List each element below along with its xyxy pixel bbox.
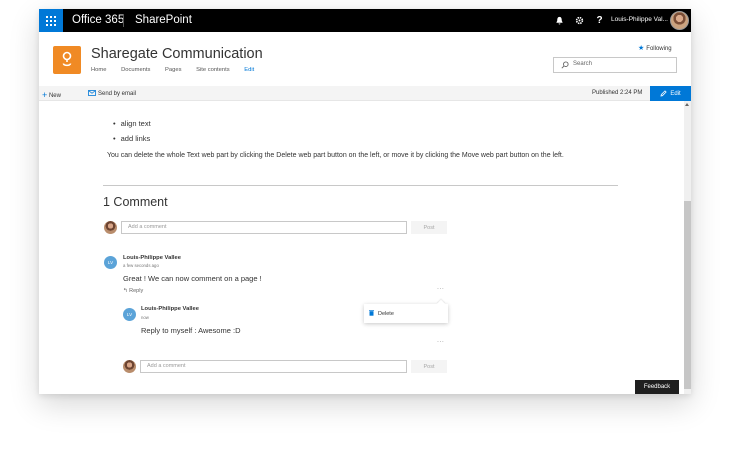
- site-navigation: Home Documents Pages Site contents Edit: [91, 67, 267, 73]
- published-status: Published 2:24 PM: [592, 90, 643, 96]
- browser-window: Office 365 SharePoint ? Louis-Philippe V…: [39, 9, 691, 394]
- comment-author-avatar: LV: [104, 256, 117, 269]
- text-paragraph: You can delete the whole Text web part b…: [107, 152, 564, 159]
- search-placeholder: Search: [573, 61, 593, 67]
- bullet-item: add links: [113, 134, 151, 143]
- sharepoint-link[interactable]: SharePoint: [135, 14, 192, 26]
- new-label: New: [48, 93, 61, 99]
- feedback-button[interactable]: Feedback: [635, 380, 679, 394]
- comment-timestamp: a few seconds ago: [123, 263, 159, 268]
- app-launcher-button[interactable]: [39, 9, 63, 32]
- post-button[interactable]: Post: [411, 221, 447, 234]
- send-by-email-label: Send by email: [98, 91, 137, 97]
- help-question-icon[interactable]: ?: [593, 14, 606, 27]
- new-button[interactable]: + New: [42, 89, 61, 100]
- following-toggle[interactable]: ★ Following: [638, 44, 672, 52]
- reply-comment-input[interactable]: Add a comment: [140, 360, 407, 373]
- pencil-icon: [660, 90, 667, 97]
- current-user-avatar: [104, 221, 117, 234]
- nav-documents[interactable]: Documents: [121, 67, 150, 73]
- reply-timestamp: now: [141, 315, 149, 320]
- office365-link[interactable]: Office 365: [72, 14, 124, 26]
- site-logo-icon: [62, 51, 72, 67]
- comment-author[interactable]: Louis-Philippe Vallee: [123, 255, 181, 261]
- scroll-up-arrow-icon[interactable]: [685, 103, 689, 106]
- nav-home[interactable]: Home: [91, 67, 106, 73]
- notifications-bell-icon[interactable]: [553, 14, 566, 27]
- reply-arrow-icon: ↰: [123, 288, 128, 294]
- search-icon: [561, 61, 569, 69]
- comment-text: Great ! We can now comment on a page !: [123, 274, 262, 283]
- mail-icon: [88, 90, 96, 96]
- user-name[interactable]: Louis-Philippe Val...: [611, 16, 668, 23]
- add-comment-input[interactable]: Add a comment: [121, 221, 407, 234]
- settings-gear-icon[interactable]: [573, 14, 586, 27]
- reply-text: Reply to myself : Awesome :D: [141, 326, 241, 335]
- suite-divider: [123, 14, 124, 27]
- site-logo[interactable]: [53, 46, 81, 74]
- nav-edit-link[interactable]: Edit: [244, 67, 254, 73]
- edit-page-button[interactable]: Edit: [650, 86, 691, 101]
- page-content: align text add links You can delete the …: [39, 101, 684, 394]
- user-avatar[interactable]: [670, 11, 689, 30]
- waffle-icon: [46, 15, 56, 26]
- add-comment-placeholder: Add a comment: [128, 224, 167, 230]
- send-by-email-button[interactable]: Send by email: [88, 90, 136, 97]
- delete-menu-item[interactable]: Delete: [369, 310, 394, 317]
- trash-icon: [369, 310, 374, 316]
- comment-more-options-button[interactable]: ...: [437, 284, 444, 291]
- reply-comment-placeholder: Add a comment: [147, 363, 186, 369]
- nav-site-contents[interactable]: Site contents: [196, 67, 230, 73]
- reply-author[interactable]: Louis-Philippe Vallee: [141, 306, 199, 312]
- reply-post-button[interactable]: Post: [411, 360, 447, 373]
- reply-label: Reply: [129, 288, 144, 294]
- delete-label: Delete: [378, 311, 394, 317]
- suite-bar: Office 365 SharePoint ? Louis-Philippe V…: [39, 9, 691, 32]
- scrollbar-thumb[interactable]: [684, 201, 691, 389]
- star-icon: ★: [638, 45, 645, 52]
- edit-label: Edit: [670, 90, 681, 97]
- reply-button[interactable]: ↰ Reply: [123, 288, 143, 294]
- search-box[interactable]: Search: [553, 57, 677, 73]
- bullet-item: align text: [113, 119, 151, 128]
- divider: [103, 185, 618, 186]
- reply-author-avatar: LV: [123, 308, 136, 321]
- nav-pages[interactable]: Pages: [165, 67, 181, 73]
- comment-context-menu: Delete: [364, 304, 448, 323]
- reply-more-options-button[interactable]: ...: [437, 337, 444, 344]
- following-label: Following: [646, 46, 672, 52]
- plus-icon: +: [42, 90, 48, 100]
- reply-user-avatar: [123, 360, 136, 373]
- command-bar: + New Send by email Published 2:24 PM Ed…: [39, 86, 691, 101]
- vertical-scrollbar[interactable]: [684, 101, 691, 394]
- comments-heading: 1 Comment: [103, 195, 168, 209]
- site-title[interactable]: Sharegate Communication: [91, 46, 263, 62]
